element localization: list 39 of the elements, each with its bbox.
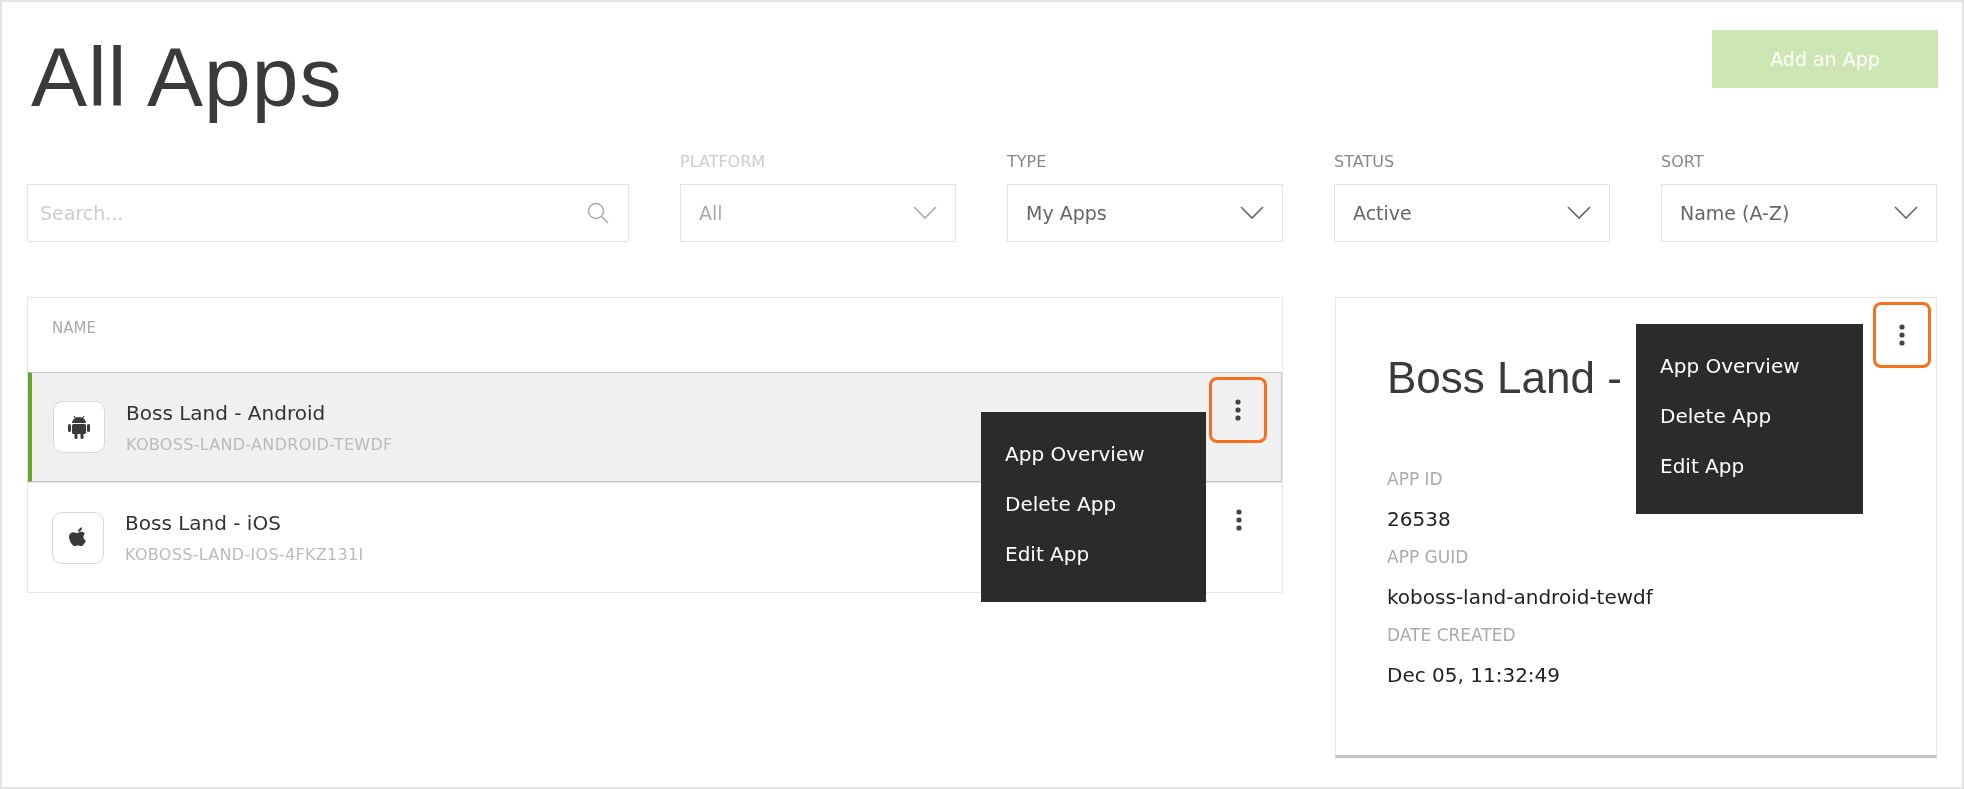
app-title: Boss Land - bbox=[1387, 353, 1622, 404]
android-icon bbox=[68, 414, 90, 440]
chevron-down-icon bbox=[1894, 206, 1918, 220]
menu-item[interactable]: Delete App bbox=[981, 479, 1206, 529]
filter-label: TYPE bbox=[1007, 152, 1048, 173]
app-name: Boss Land - iOS bbox=[125, 511, 281, 535]
filter-label: SORT bbox=[1661, 152, 1705, 173]
field-label: APP GUID bbox=[1387, 547, 1469, 567]
chevron-down-icon bbox=[1240, 206, 1264, 220]
dropdown-value: Name (A-Z) bbox=[1680, 202, 1790, 224]
chevron-down-icon bbox=[1567, 206, 1591, 220]
more-button[interactable] bbox=[1873, 302, 1931, 368]
field-value: 26538 bbox=[1387, 507, 1451, 531]
more-icon bbox=[1899, 324, 1905, 346]
more-icon bbox=[1235, 399, 1241, 421]
field-label: APP ID bbox=[1387, 469, 1443, 489]
search-icon bbox=[587, 202, 609, 224]
dropdown-value: My Apps bbox=[1026, 202, 1107, 224]
app-name: Boss Land - Android bbox=[126, 400, 326, 425]
menu-item[interactable]: App Overview bbox=[1636, 341, 1863, 391]
field-label: DATE CREATED bbox=[1387, 625, 1516, 645]
filter-label: STATUS bbox=[1334, 152, 1396, 173]
page-title: All Apps bbox=[31, 32, 343, 122]
field-value: Dec 05, 11:32:49 bbox=[1387, 663, 1561, 687]
dropdown[interactable]: Name (A-Z) bbox=[1661, 184, 1937, 242]
field-value: koboss-land-android-tewdf bbox=[1387, 585, 1653, 609]
app-guid: KOBOSS-LAND-IOS-4FKZ131I bbox=[125, 545, 364, 564]
chevron-down-icon bbox=[913, 206, 937, 220]
menu-item[interactable]: Edit App bbox=[1636, 441, 1863, 491]
dropdown[interactable]: My Apps bbox=[1007, 184, 1283, 242]
menu-item[interactable]: Delete App bbox=[1636, 391, 1863, 441]
menu-item[interactable]: App Overview bbox=[981, 429, 1206, 479]
dropdown-value: All bbox=[699, 202, 723, 224]
column-header: NAME bbox=[51, 318, 97, 339]
dropdown-value: Active bbox=[1353, 202, 1412, 224]
menu-item[interactable]: Edit App bbox=[981, 529, 1206, 579]
more-icon bbox=[1236, 509, 1242, 531]
dropdown[interactable]: Active bbox=[1334, 184, 1610, 242]
more-button[interactable] bbox=[1209, 377, 1267, 443]
